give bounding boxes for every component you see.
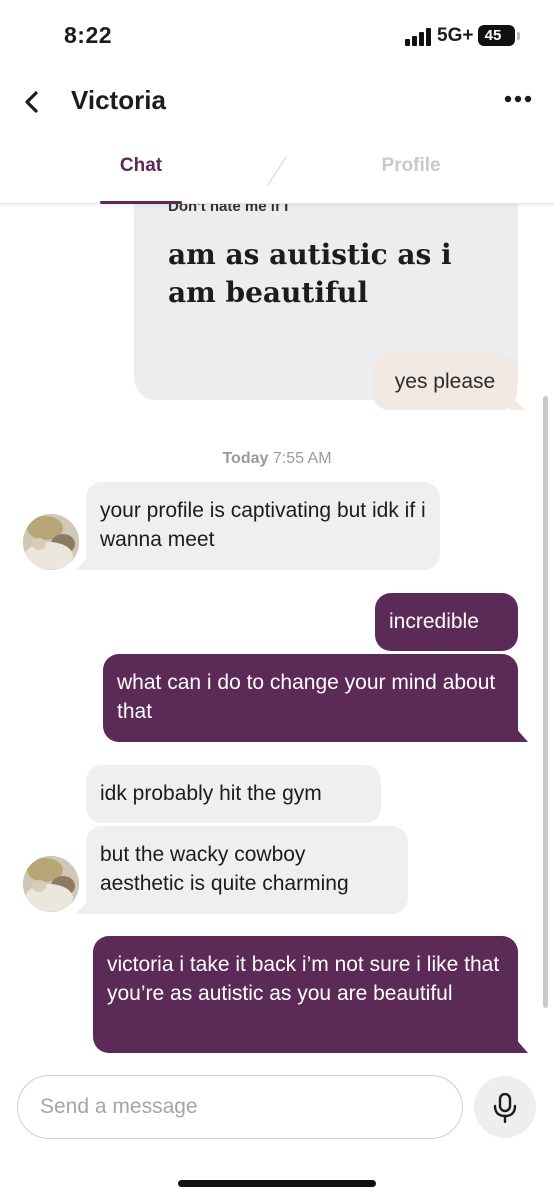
battery-cap [517,32,520,40]
signal-icon [405,28,435,46]
outgoing-message[interactable]: what can i do to change your mind about … [103,654,518,742]
more-button[interactable] [498,82,538,118]
ellipsis-icon [504,95,532,103]
message-input[interactable] [17,1075,463,1139]
comment-bubble-tail [509,394,525,410]
outgoing-message[interactable]: incredible [375,593,518,651]
tab-divider [267,156,287,186]
avatar-image [23,856,79,912]
message-text: your profile is captivating but idk if i… [100,499,426,551]
prompt-answer: am as autistic as i am beautiful [168,238,452,309]
avatar[interactable] [23,514,79,570]
message-composer [0,1064,554,1200]
status-time: 8:22 [64,22,113,48]
battery-level: 45 [484,27,502,44]
tab-chat-label: Chat [119,155,163,176]
tab-bar: Chat Profile [0,134,554,204]
avatar-image [23,514,79,570]
chat-header: Victoria [0,70,554,134]
incoming-message[interactable]: idk probably hit the gym [86,765,381,823]
date-separator-time: 7:55 AM [272,450,332,467]
message-text: incredible [389,610,479,633]
message-text: what can i do to change your mind about … [117,671,496,723]
chevron-left-icon [25,91,38,113]
status-bar: 8:22 5G+ 45 [0,0,554,70]
outgoing-bubble-tail [514,1037,528,1053]
tab-profile-label: Profile [381,155,441,176]
date-separator: Today 7:55 AM [0,450,554,468]
scrollbar[interactable] [543,396,548,1008]
message-text: victoria i take it back i’m not sure i l… [107,953,500,1005]
outgoing-message[interactable]: victoria i take it back i’m not sure i l… [93,936,518,1053]
contact-name[interactable]: Victoria [71,85,166,116]
prompt-question: Don't hate me if I [168,204,289,215]
outgoing-bubble-tail [514,726,528,742]
voice-message-button[interactable] [474,1076,536,1138]
microphone-icon [493,1093,517,1123]
incoming-message[interactable]: but the wacky cowboy aesthetic is quite … [86,826,408,914]
network-label: 5G+ [437,25,474,46]
chat-thread[interactable]: Don't hate me if I am as autistic as i a… [0,204,554,1064]
home-indicator [178,1180,376,1187]
message-text: idk probably hit the gym [100,782,322,805]
date-separator-day: Today [222,450,269,467]
incoming-message[interactable]: your profile is captivating but idk if i… [86,482,440,570]
incoming-bubble-tail [76,554,90,570]
incoming-bubble-tail [76,898,90,914]
back-button[interactable] [12,82,52,122]
tab-chat[interactable]: Chat [100,134,182,204]
prompt-comment-bubble[interactable]: yes please [373,354,517,410]
battery-icon: 45 [478,25,515,46]
message-text: but the wacky cowboy aesthetic is quite … [100,843,349,895]
tab-profile[interactable]: Profile [370,134,452,204]
avatar[interactable] [23,856,79,912]
active-tab-indicator [100,201,182,204]
